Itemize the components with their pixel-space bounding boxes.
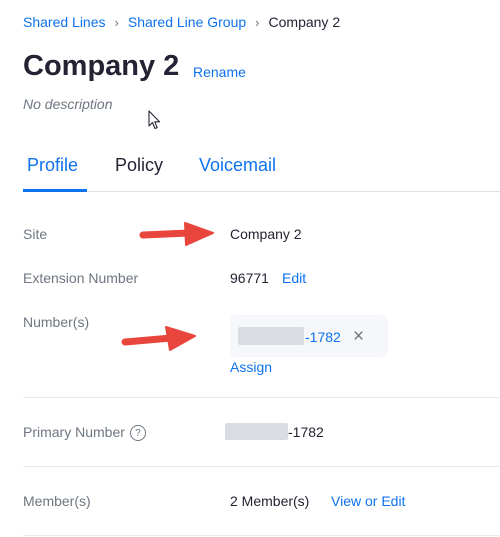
- row-divider: [23, 535, 500, 536]
- primary-number-value: -1782: [288, 424, 324, 440]
- annotation-arrow-icon: [121, 326, 196, 351]
- breadcrumb-shared-lines[interactable]: Shared Lines: [23, 14, 106, 30]
- remove-number-icon[interactable]: ×: [353, 326, 364, 348]
- redacted-number-prefix: [225, 423, 288, 440]
- primary-number-label-row: Primary Number?: [23, 424, 146, 442]
- tab-policy[interactable]: Policy: [115, 155, 163, 176]
- extension-edit-link[interactable]: Edit: [282, 270, 306, 286]
- extension-value: 96771: [230, 270, 269, 286]
- breadcrumb-current: Company 2: [268, 14, 341, 30]
- breadcrumb-shared-line-group[interactable]: Shared Line Group: [128, 14, 246, 30]
- primary-number-label: Primary Number: [23, 424, 125, 440]
- assign-link[interactable]: Assign: [230, 359, 272, 375]
- tabs-divider: [23, 191, 500, 192]
- breadcrumb-separator: ›: [255, 14, 260, 30]
- view-or-edit-members-link[interactable]: View or Edit: [331, 493, 405, 509]
- row-divider: [23, 397, 500, 398]
- number-chip-value[interactable]: -1782: [305, 329, 341, 345]
- breadcrumb: Shared Lines › Shared Line Group › Compa…: [23, 14, 340, 30]
- numbers-label: Number(s): [23, 314, 90, 330]
- breadcrumb-separator: ›: [114, 14, 119, 30]
- annotation-arrow-icon: [139, 222, 214, 246]
- tab-profile[interactable]: Profile: [27, 155, 78, 176]
- extension-label: Extension Number: [23, 270, 139, 286]
- tab-voicemail[interactable]: Voicemail: [199, 155, 276, 176]
- row-divider: [23, 466, 500, 467]
- page-description: No description: [23, 96, 113, 112]
- tab-bar: Profile Policy Voicemail: [23, 155, 493, 183]
- active-tab-indicator: [23, 189, 87, 192]
- site-label: Site: [23, 226, 48, 242]
- site-value: Company 2: [230, 226, 302, 242]
- page-title: Company 2: [23, 50, 180, 82]
- rename-link[interactable]: Rename: [193, 64, 246, 80]
- redacted-number-prefix: [238, 327, 304, 345]
- mouse-cursor-icon: [148, 110, 161, 130]
- members-label: Member(s): [23, 493, 91, 509]
- members-value: 2 Member(s): [230, 493, 310, 509]
- help-icon[interactable]: ?: [129, 425, 146, 442]
